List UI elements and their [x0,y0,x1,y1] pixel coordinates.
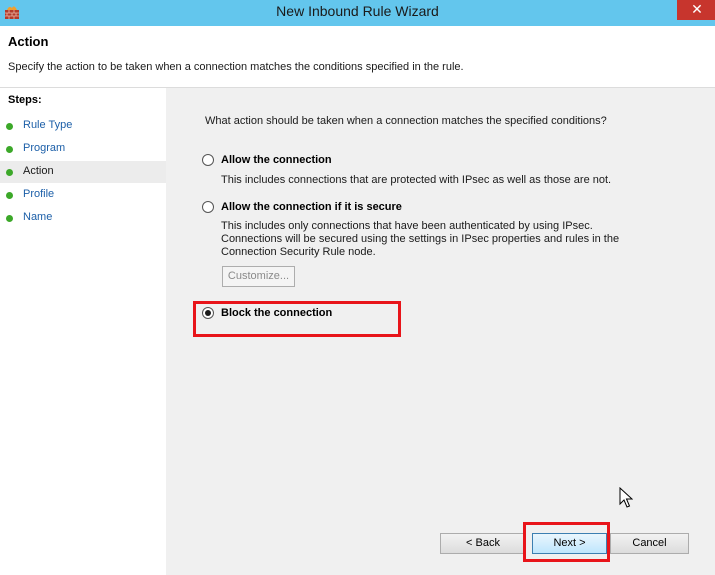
step-status-icon [6,123,13,130]
step-label: Name [23,211,53,223]
steps-label: Steps: [8,94,42,106]
wizard-body: Steps: Rule Type Program Action Profile … [0,88,715,575]
step-status-icon [6,146,13,153]
allow-connection-radio[interactable] [202,154,214,166]
customize-button[interactable]: Customize... [222,266,295,287]
page-title: Action [8,34,49,49]
allow-connection-label[interactable]: Allow the connection [221,154,332,166]
allow-connection-description: This includes connections that are prote… [221,174,612,186]
step-name[interactable]: Name [0,207,166,229]
step-label: Program [23,142,66,154]
step-label: Profile [23,188,55,200]
step-status-icon [6,215,13,222]
content-panel: What action should be taken when a conne… [166,88,715,575]
allow-secure-radio[interactable] [202,201,214,213]
allow-secure-label[interactable]: Allow the connection if it is secure [221,201,402,213]
step-profile[interactable]: Profile [0,184,166,206]
next-button-highlight [523,522,610,562]
step-program[interactable]: Program [0,138,166,160]
mouse-pointer-icon [619,487,633,508]
step-rule-type[interactable]: Rule Type [0,115,166,137]
step-label: Rule Type [23,119,73,131]
steps-panel: Steps: Rule Type Program Action Profile … [0,88,166,575]
action-question: What action should be taken when a conne… [205,115,607,127]
page-description: Specify the action to be taken when a co… [8,61,464,73]
close-icon: ✕ [691,1,703,17]
close-button[interactable]: ✕ [677,0,715,20]
window-title: New Inbound Rule Wizard [276,3,439,19]
title-bar: New Inbound Rule Wizard ✕ [0,0,715,26]
step-action[interactable]: Action [0,161,166,183]
block-connection-highlight [193,301,401,337]
allow-secure-description: This includes only connections that have… [221,220,620,258]
step-status-icon [6,169,13,176]
step-status-icon [6,192,13,199]
cancel-button[interactable]: Cancel [610,533,689,554]
wizard-header: Action Specify the action to be taken wh… [0,26,715,88]
back-button[interactable]: < Back [440,533,526,554]
step-label: Action [23,165,54,177]
